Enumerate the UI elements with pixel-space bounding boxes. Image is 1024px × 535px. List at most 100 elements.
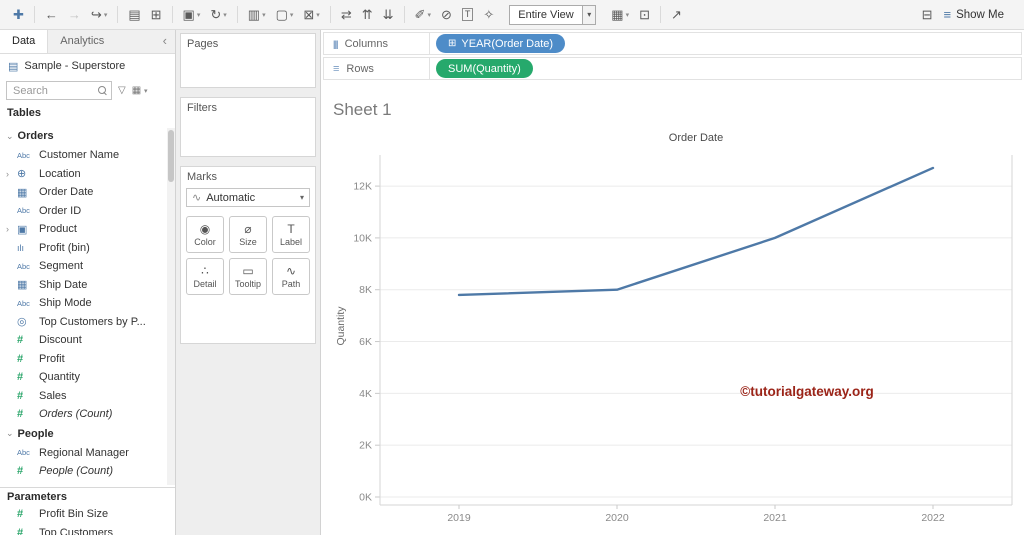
show-me-label: Show Me	[956, 8, 1004, 21]
new-worksheet-icon[interactable]: ▣ ▾	[178, 5, 206, 25]
rows-shelf[interactable]: ≡ Rows SUM(Quantity)	[323, 57, 1022, 80]
refresh-icon[interactable]: ↻ ▾	[205, 5, 231, 25]
collapse-section-icon[interactable]: ⌄	[6, 428, 14, 439]
toolbar-separator	[329, 6, 331, 23]
columns-label: Columns	[344, 37, 388, 50]
field-regional-manager[interactable]: Abc Regional Manager	[0, 444, 167, 463]
field-order-id[interactable]: Abc Order ID	[0, 202, 167, 221]
scrollbar-thumb[interactable]	[168, 130, 174, 182]
highlight-icon[interactable]: ✐ ▾	[410, 5, 436, 25]
text-label-icon[interactable]: T	[457, 6, 479, 23]
replay-icon[interactable]: ↪ ▾	[86, 5, 112, 25]
tab-analytics[interactable]: Analytics	[48, 30, 116, 53]
trend-line-mark[interactable]	[457, 166, 935, 297]
field-order-date[interactable]: ▦ Order Date	[0, 183, 167, 202]
number-icon: #	[17, 526, 24, 535]
section-name: Orders	[17, 130, 54, 142]
expand-arrow-icon[interactable]: ›	[6, 169, 17, 179]
tooltip-button[interactable]: ▭ Tooltip	[229, 258, 267, 295]
mark-type-dropdown[interactable]: ∿ Automatic ▾	[186, 188, 310, 207]
path-button[interactable]: ∿ Path	[272, 258, 310, 295]
section-orders[interactable]: ⌄ Orders	[0, 126, 167, 146]
detail-button-label: Detail	[193, 278, 217, 289]
clear-sheet-icon[interactable]: ⊠ ▾	[298, 5, 324, 25]
field-people-count[interactable]: # People (Count)	[0, 462, 167, 481]
datasource-row[interactable]: ▤ Sample - Superstore	[0, 54, 175, 78]
save-icon[interactable]: ▤	[123, 5, 145, 25]
field-segment[interactable]: Abc Segment	[0, 257, 167, 276]
show-me-button[interactable]: ≡ Show Me	[937, 4, 1010, 25]
presentation-mode-icon[interactable]: ⊡	[634, 5, 655, 25]
field-top-customers[interactable]: # Top Customers	[0, 524, 175, 535]
search-row: ▽ ▦ ▾	[0, 78, 175, 103]
label-button[interactable]: T Label	[272, 216, 310, 253]
filter-fields-icon[interactable]: ▽	[116, 85, 128, 96]
duplicate-sheet-icon[interactable]: ▢ ▾	[271, 5, 299, 25]
rows-shelf-label: ≡ Rows	[324, 58, 430, 79]
sort-ascending-icon[interactable]: ⇈	[357, 5, 378, 25]
field-profit-bin[interactable]: ılı Profit (bin)	[0, 239, 167, 258]
columns-shelf[interactable]: ||| Columns ⊞ YEAR(Order Date)	[323, 32, 1022, 55]
field-ship-mode[interactable]: Abc Ship Mode	[0, 294, 167, 313]
field-location[interactable]: › ⊕ Location	[0, 165, 167, 184]
toolbar-separator	[171, 6, 173, 23]
collapse-section-icon[interactable]: ⌄	[6, 131, 14, 142]
field-label: Orders (Count)	[39, 408, 113, 421]
view-options-icon[interactable]: ▦ ▾	[132, 85, 148, 96]
collapse-pane-icon[interactable]: ‹	[163, 30, 175, 53]
dropdown-caret-icon: ▾	[223, 11, 227, 19]
field-discount[interactable]: # Discount	[0, 331, 167, 350]
line-chart[interactable]: 0K 2K 4K 6K 8K 10K 12K 2019 2020 2021 2022 Order Da…	[321, 82, 1024, 535]
show-mark-labels-icon[interactable]: ▦ ▾	[606, 5, 634, 25]
field-profit[interactable]: # Profit	[0, 350, 167, 369]
new-datasource-icon[interactable]: ⊞	[146, 5, 167, 25]
color-button-label: Color	[194, 236, 216, 247]
field-label: Profit	[39, 352, 65, 365]
detail-button[interactable]: ∴ Detail	[186, 258, 224, 295]
color-button[interactable]: ◉ Color	[186, 216, 224, 253]
y-tick-label: 8K	[359, 284, 372, 296]
line-mark-icon: ∿	[192, 192, 202, 204]
swap-axes-icon[interactable]: ⇄	[336, 5, 357, 25]
field-orders-count[interactable]: # Orders (Count)	[0, 405, 167, 424]
toolbar-separator	[117, 6, 119, 23]
toolbar: ✚ ← → ↪ ▾ ▤ ⊞ ▣ ▾ ↻ ▾ ▥ ▾ ▢ ▾ ⊠ ▾ ⇄ ⇈ ⇊ ✐ ▾ ⊘ T ✧ Entire View ▾ ▦ ▾ ⊡…	[0, 0, 1024, 30]
show-hide-cards-icon[interactable]: ⊟	[917, 5, 938, 25]
field-product[interactable]: › ▣ Product	[0, 220, 167, 239]
field-ship-date[interactable]: ▦ Ship Date	[0, 276, 167, 295]
search-input[interactable]	[6, 81, 112, 100]
attach-icon[interactable]: ⊘	[436, 5, 457, 25]
date-hierarchy-icon[interactable]: ⊞	[448, 38, 456, 49]
toolbar-separator	[660, 6, 661, 23]
fit-mode-dropdown[interactable]: Entire View ▾	[509, 4, 597, 25]
y-tick-label: 12K	[353, 181, 372, 193]
field-customer-name[interactable]: Abc Customer Name	[0, 146, 167, 165]
new-dashboard-icon[interactable]: ▥ ▾	[243, 5, 271, 25]
sort-descending-icon[interactable]: ⇊	[378, 5, 399, 25]
field-profit-bin-size[interactable]: # Profit Bin Size	[0, 505, 175, 524]
size-button[interactable]: ⌀ Size	[229, 216, 267, 253]
field-sales[interactable]: # Sales	[0, 387, 167, 406]
tab-data[interactable]: Data	[0, 30, 49, 53]
cards-pane: Pages Filters Marks ∿ Automatic ▾ ◉ Color…	[176, 30, 321, 535]
filters-card[interactable]: Filters	[180, 97, 316, 157]
calendar-icon: ▦	[17, 279, 28, 292]
sheet-pane: ||| Columns ⊞ YEAR(Order Date) ≡ Rows SU…	[321, 30, 1024, 535]
share-icon[interactable]: ↗	[666, 5, 687, 25]
abc-icon: Abc	[17, 448, 30, 458]
field-top-customers-by-p[interactable]: ◎ Top Customers by P...	[0, 313, 167, 332]
field-quantity[interactable]: # Quantity	[0, 368, 167, 387]
parameters-header: Parameters	[7, 491, 67, 503]
tableau-logo[interactable]: ✚	[8, 5, 29, 25]
undo-icon[interactable]: ←	[40, 5, 63, 25]
rows-pill-sum-quantity[interactable]: SUM(Quantity)	[436, 59, 533, 78]
fix-axes-icon[interactable]: ✧	[478, 5, 499, 25]
expand-arrow-icon[interactable]: ›	[6, 224, 17, 234]
pages-card[interactable]: Pages	[180, 33, 316, 88]
section-people[interactable]: ⌄ People	[0, 424, 167, 444]
field-label: Sales	[39, 389, 67, 402]
sidebar-scrollbar[interactable]	[167, 128, 175, 485]
columns-pill-year-order-date[interactable]: ⊞ YEAR(Order Date)	[436, 34, 566, 53]
y-tick-label: 4K	[359, 388, 372, 400]
y-tick-label: 6K	[359, 336, 372, 348]
